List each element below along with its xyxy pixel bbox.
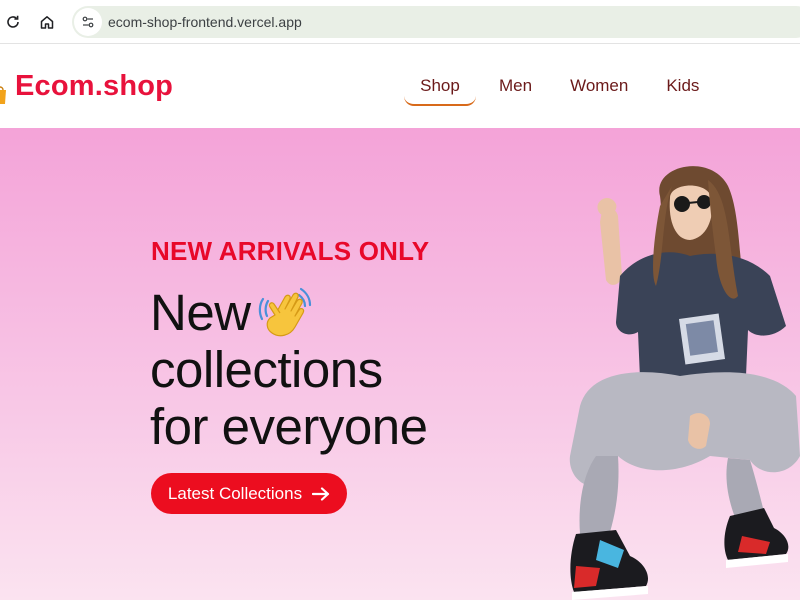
nav-item-label: Shop [420,76,460,95]
home-icon[interactable] [33,8,61,36]
cta-label: Latest Collections [167,483,303,503]
nav-item-label: Kids [666,76,700,95]
nav-item-kids[interactable]: Kids [652,70,713,106]
hero-banner: NEW ARRIVALS ONLY New collections for ev… [0,128,800,600]
site-header: Ecom.shop Shop Men Women Kids [0,44,800,128]
arrow-right-icon [312,486,330,501]
browser-toolbar: ecom-shop-frontend.vercel.app [0,0,800,44]
logo-text: Ecom.shop [15,70,174,102]
headline-line-1: New [150,284,510,341]
hero-headline: New collections for everyone [150,284,510,455]
nav-item-men[interactable]: Men [485,70,546,106]
site-info-icon[interactable] [74,8,102,36]
hero-eyebrow: NEW ARRIVALS ONLY [151,236,430,266]
reload-icon[interactable] [0,8,27,36]
hand-wave-icon [258,287,311,336]
nav-item-label: Women [570,76,629,95]
active-nav-indicator [404,96,476,106]
headline-line-2: collections [150,341,383,398]
shopping-bag-icon [0,86,6,104]
nav-item-shop[interactable]: Shop [404,70,476,106]
headline-line-3: for everyone [150,398,428,455]
nav-item-label: Men [499,76,533,95]
latest-collections-button[interactable]: Latest Collections [151,473,347,514]
main-nav: Shop Men Women Kids [404,70,713,110]
nav-item-women[interactable]: Women [556,70,642,106]
hero-model-image [569,166,800,600]
url-text[interactable]: ecom-shop-frontend.vercel.app [108,14,302,30]
address-bar[interactable]: ecom-shop-frontend.vercel.app [72,6,800,38]
headline-line-1-text: New [150,284,251,341]
